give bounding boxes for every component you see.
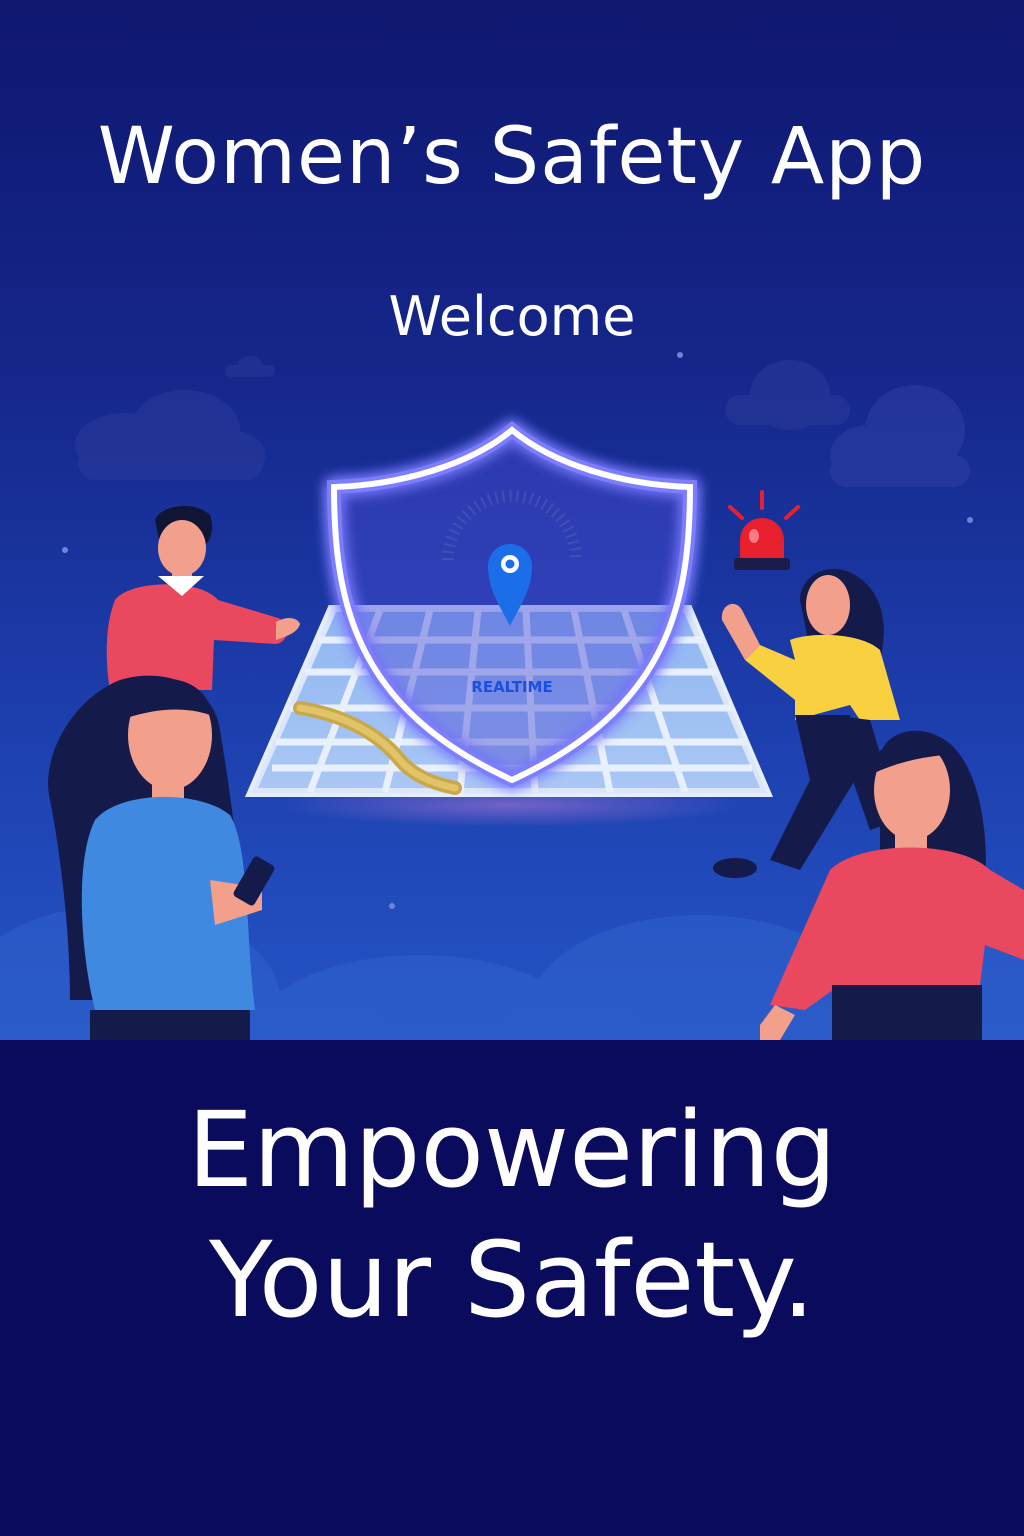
hero-section: REALTIME Women’s Safety App Welcome <box>0 0 1024 1040</box>
cloud-icon <box>725 360 850 430</box>
welcome-heading: Welcome <box>388 285 636 348</box>
app-title: Women’s Safety App <box>97 112 927 202</box>
tagline-line-2: Your Safety. <box>209 1219 815 1341</box>
person-woman-with-phone <box>48 675 275 1040</box>
map-label: REALTIME <box>471 678 552 696</box>
cloud-icon <box>830 385 970 487</box>
alarm-siren-icon <box>728 490 800 570</box>
cloud-icon <box>75 390 265 480</box>
tagline: Empowering Your Safety. <box>0 1085 1024 1345</box>
cloud-icon <box>225 356 275 377</box>
person-man <box>106 505 300 690</box>
tagline-line-1: Empowering <box>187 1089 837 1211</box>
